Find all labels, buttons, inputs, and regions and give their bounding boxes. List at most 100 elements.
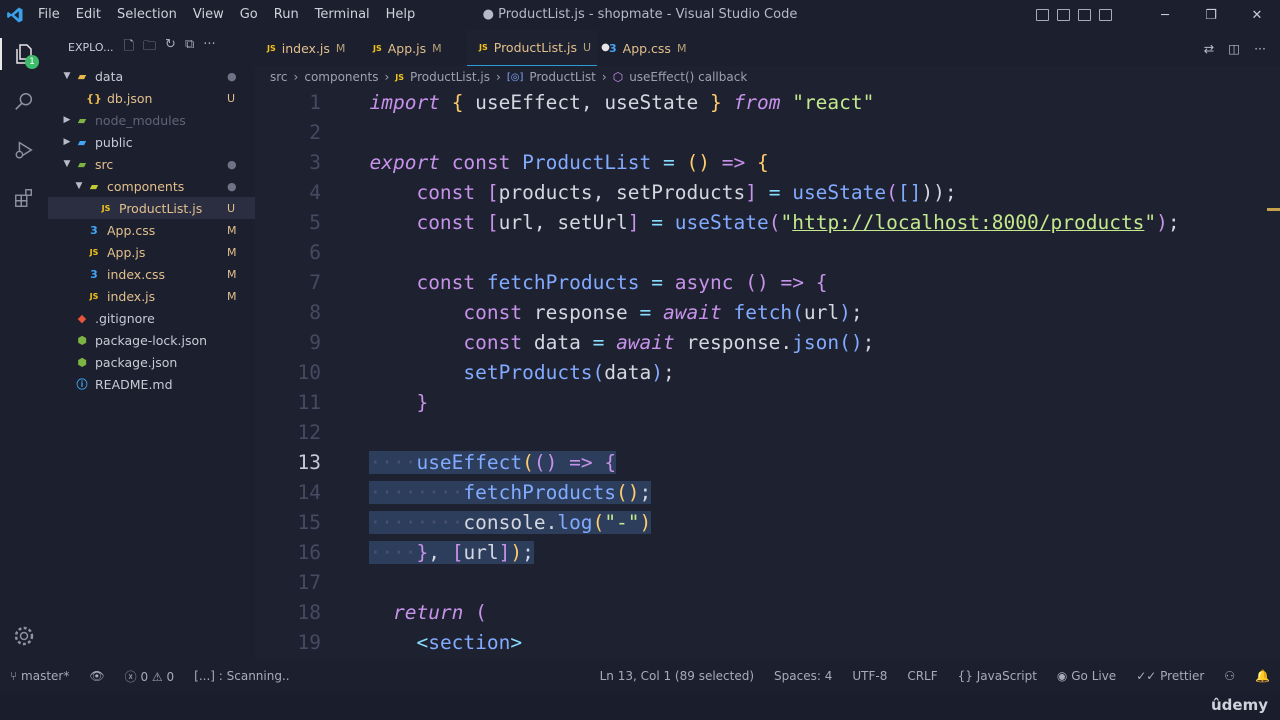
refresh-icon[interactable]: ↻ [165, 37, 176, 59]
go-live-button[interactable]: ◉ Go Live [1047, 669, 1126, 683]
tree-file[interactable]: JS ProductList.js U [48, 197, 255, 219]
extensions-button[interactable] [0, 174, 48, 222]
encoding[interactable]: UTF-8 [842, 669, 897, 683]
tree-folder[interactable]: ▼ ▰ src ● [48, 153, 255, 175]
menu-view[interactable]: View [185, 0, 232, 30]
manage-button[interactable] [0, 612, 48, 660]
code-line[interactable]: 14 ········fetchProducts(); [255, 478, 1265, 508]
tree-file[interactable]: ⓘ README.md [48, 373, 255, 395]
menu-terminal[interactable]: Terminal [307, 0, 378, 30]
tree-file[interactable]: 3 index.css M [48, 263, 255, 285]
code-line[interactable]: 8 const response = await fetch(url); [255, 298, 1265, 328]
tree-folder[interactable]: ▶ ▰ public [48, 131, 255, 153]
code-line[interactable]: 15 ········console.log("-") [255, 508, 1265, 538]
account-icon[interactable]: ⚇ [1214, 669, 1245, 683]
branch-status[interactable]: ⑂ master* [0, 669, 79, 683]
open-changes-icon[interactable]: ⇄ [1204, 41, 1214, 56]
json-file-icon: {} [86, 91, 102, 105]
tree-folder[interactable]: ▶ ▰ node_modules [48, 109, 255, 131]
git-status: M [227, 289, 237, 303]
maximize-button[interactable]: ❐ [1188, 8, 1234, 23]
code-token: products, setProducts [498, 181, 746, 204]
tree-file[interactable]: ⬢ package-lock.json [48, 329, 255, 351]
indentation[interactable]: Spaces: 4 [764, 669, 842, 683]
code-line[interactable]: 19 <section> [255, 628, 1265, 658]
toggle-sidebar-icon[interactable] [1036, 9, 1049, 21]
menu-edit[interactable]: Edit [68, 0, 109, 30]
more-actions-icon[interactable]: ··· [203, 37, 215, 59]
menu-run[interactable]: Run [266, 0, 307, 30]
editor-tab[interactable]: JS ProductList.js U ● [467, 30, 610, 66]
code-line[interactable]: 4 const [products, setProducts] = useSta… [255, 178, 1265, 208]
line-number: 4 [309, 181, 321, 204]
tree-file[interactable]: 3 App.css M [48, 219, 255, 241]
tree-file[interactable]: JS index.js M [48, 285, 255, 307]
toggle-secondary-sidebar-icon[interactable] [1078, 9, 1091, 21]
menu-go[interactable]: Go [232, 0, 266, 30]
code-token: [] [897, 181, 922, 204]
more-actions-icon[interactable]: ··· [1254, 41, 1266, 56]
breadcrumb-item[interactable]: components [304, 70, 378, 84]
sync-icon[interactable]: 👁 [79, 669, 114, 683]
code-token: ; [944, 181, 957, 204]
tree-file[interactable]: {} db.json U [48, 87, 255, 109]
tree-folder[interactable]: ▼ ▰ components ● [48, 175, 255, 197]
editor-tab[interactable]: JS index.js M [255, 30, 361, 66]
minimize-button[interactable]: ─ [1142, 8, 1188, 23]
menu-help[interactable]: Help [378, 0, 424, 30]
close-window-button[interactable]: ✕ [1234, 8, 1280, 23]
explorer-button[interactable]: 1 [0, 30, 48, 78]
breadcrumb-item[interactable]: useEffect() callback [629, 70, 747, 84]
code-token: } [709, 91, 722, 114]
code-line[interactable]: 18 return ( [255, 598, 1265, 628]
editor-tab[interactable]: JS App.js M [361, 30, 467, 66]
collapse-all-icon[interactable]: ⧉ [185, 37, 194, 59]
problems-status[interactable]: ⓧ 0 ⚠ 0 [115, 668, 185, 685]
code-token: const [416, 181, 476, 204]
new-file-icon[interactable]: 🗋 [124, 37, 134, 59]
code-line[interactable]: 12 [255, 418, 1265, 448]
code-line[interactable]: 1 import { useEffect, useState } from "r… [255, 88, 1265, 118]
code-editor[interactable]: 1 import { useEffect, useState } from "r… [255, 88, 1265, 660]
tree-file[interactable]: ◆ .gitignore [48, 307, 255, 329]
tree-folder[interactable]: ▼ ▰ data ● [48, 65, 255, 87]
split-editor-icon[interactable]: ◫ [1228, 41, 1240, 56]
code-line[interactable]: 2 [255, 118, 1265, 148]
line-number: 2 [309, 121, 321, 144]
code-line[interactable]: 9 const data = await response.json(); [255, 328, 1265, 358]
menu-file[interactable]: File [30, 0, 68, 30]
language-label: JavaScript [976, 669, 1037, 683]
breadcrumb-item[interactable]: src [270, 70, 288, 84]
code-token: " [780, 211, 793, 234]
breadcrumb-item[interactable]: ProductList [529, 70, 596, 84]
new-folder-icon[interactable]: 🗀 [143, 37, 156, 59]
prettier-status[interactable]: ✓✓ Prettier [1126, 669, 1214, 683]
code-line[interactable]: 6 [255, 238, 1265, 268]
code-line[interactable]: 7 const fetchProducts = async () => { [255, 268, 1265, 298]
code-line[interactable]: 5 const [url, setUrl] = useState("http:/… [255, 208, 1265, 238]
code-line[interactable]: 3 export const ProductList = () => { [255, 148, 1265, 178]
run-debug-button[interactable] [0, 126, 48, 174]
breadcrumb-item[interactable]: ProductList.js [410, 70, 490, 84]
tree-file[interactable]: ⬢ package.json [48, 351, 255, 373]
git-status: M [227, 223, 237, 237]
toggle-panel-icon[interactable] [1057, 9, 1070, 21]
end-of-line[interactable]: CRLF [897, 669, 947, 683]
code-token: [ [486, 181, 499, 204]
code-line[interactable]: 11 } [255, 388, 1265, 418]
code-line[interactable]: 10 setProducts(data); [255, 358, 1265, 388]
customize-layout-icon[interactable] [1099, 9, 1112, 21]
cursor-position[interactable]: Ln 13, Col 1 (89 selected) [590, 669, 764, 683]
language-mode[interactable]: {} JavaScript [948, 669, 1047, 683]
tree-file[interactable]: JS App.js M [48, 241, 255, 263]
search-button[interactable] [0, 78, 48, 126]
code-line[interactable]: 17 [255, 568, 1265, 598]
code-line[interactable]: 13 ····useEffect(() => { [255, 448, 1265, 478]
notifications-icon[interactable]: 🔔 [1245, 669, 1280, 683]
code-line[interactable]: 16 ····}, [url]); [255, 538, 1265, 568]
editor-tab[interactable]: 3 App.css M [597, 30, 703, 66]
menu-selection[interactable]: Selection [109, 0, 185, 30]
